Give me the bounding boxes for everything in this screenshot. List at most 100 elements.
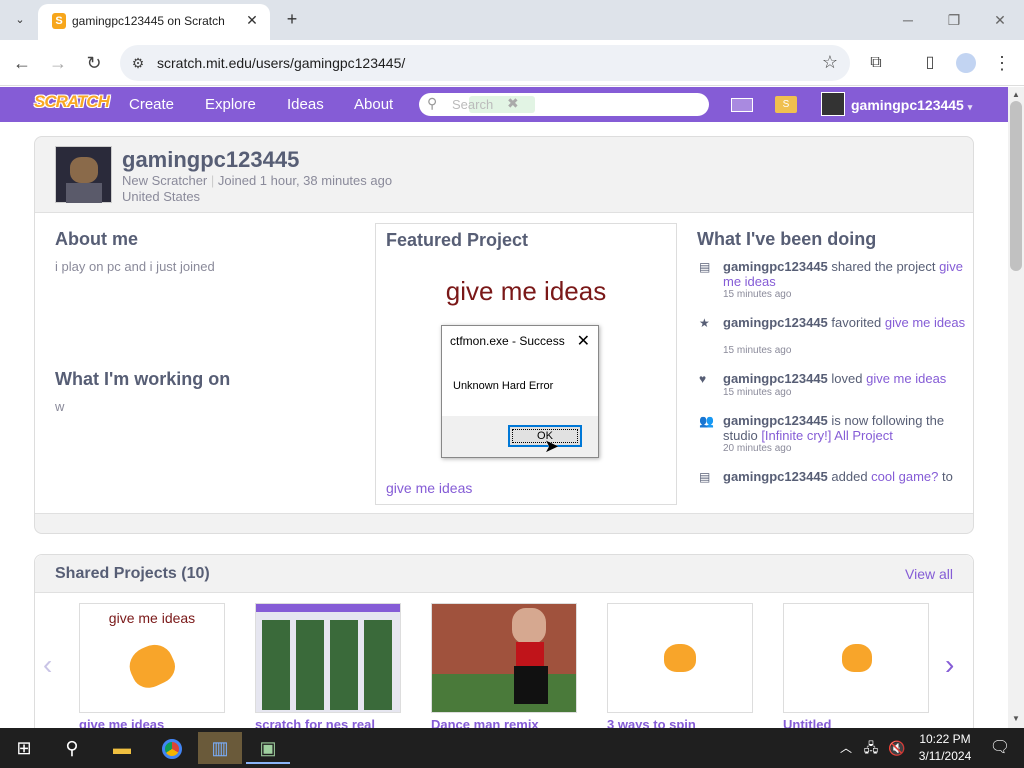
tray-chevron-up-icon[interactable]: ︿: [836, 732, 856, 764]
activity-target-link[interactable]: give me ideas: [866, 371, 946, 386]
window-close-icon[interactable]: ✕: [980, 8, 1020, 32]
nav-username[interactable]: gamingpc123445 ▾: [851, 97, 972, 113]
about-me-heading: About me: [55, 229, 138, 249]
activity-action: favorited: [827, 315, 885, 330]
thumb-pants: [514, 666, 548, 704]
scratch-navbar: SCRATCH Create Explore Ideas About ⚲ Sea…: [0, 87, 1008, 122]
carousel-next-icon[interactable]: ›: [945, 649, 954, 681]
follow-icon: 👥: [699, 414, 714, 428]
activity-action: loved: [827, 371, 867, 386]
window-minimize-icon[interactable]: ─: [888, 8, 928, 32]
reload-icon[interactable]: ↻: [80, 49, 108, 77]
bookmark-star-icon[interactable]: ☆: [822, 52, 838, 73]
search-icon: ⚲: [427, 95, 438, 111]
messages-icon[interactable]: [731, 98, 753, 112]
activity-user[interactable]: gamingpc123445: [723, 259, 828, 274]
file-explorer-icon[interactable]: ▬: [100, 732, 144, 764]
nav-avatar[interactable]: [821, 92, 845, 116]
activity-time: 15 minutes ago: [723, 387, 792, 398]
profile-avatar-icon[interactable]: [956, 53, 976, 73]
about-me-text: i play on pc and i just joined: [55, 259, 215, 274]
dialog-close-icon[interactable]: ✕: [577, 331, 590, 351]
thumb-header-strip: [256, 604, 400, 612]
window-restore-icon[interactable]: ❐: [934, 8, 974, 32]
scroll-down-icon[interactable]: ▼: [1011, 714, 1021, 724]
error-dialog: ctfmon.exe - Success ✕ Unknown Hard Erro…: [441, 325, 599, 458]
tray-date[interactable]: 3/11/2024: [915, 749, 975, 763]
activity-target-link[interactable]: cool game?: [871, 469, 938, 484]
activity-user[interactable]: gamingpc123445: [723, 371, 828, 386]
browser-menu-icon[interactable]: ⋮: [988, 49, 1016, 77]
scratch-favicon-icon: S: [52, 13, 66, 29]
featured-project-link[interactable]: give me ideas: [386, 480, 472, 496]
chrome-logo: [162, 739, 182, 760]
tray-time[interactable]: 10:22 PM: [915, 732, 975, 746]
app-window-icon[interactable]: ▣: [246, 732, 290, 764]
search-placeholder: Search: [452, 97, 494, 112]
tab-close-icon[interactable]: ✕: [242, 10, 262, 30]
project-thumbnail[interactable]: [607, 603, 753, 713]
carousel-prev-icon[interactable]: ‹: [43, 649, 52, 681]
back-icon[interactable]: ←: [8, 49, 36, 77]
scrollbar-thumb[interactable]: [1010, 101, 1022, 271]
heart-icon: ♥: [699, 372, 707, 386]
activity-user[interactable]: gamingpc123445: [723, 413, 828, 428]
extensions-icon[interactable]: ⧉: [862, 49, 890, 77]
nav-ideas[interactable]: Ideas: [287, 96, 324, 113]
volume-muted-icon[interactable]: 🔇: [884, 732, 910, 764]
search-clear-icon[interactable]: ✖: [507, 95, 519, 112]
thumb-art-text: give me ideas: [108, 610, 196, 626]
profile-joined: Joined 1 hour, 38 minutes ago: [217, 173, 393, 188]
activity-target-link[interactable]: give me ideas: [885, 315, 965, 330]
my-stuff-icon[interactable]: S: [775, 96, 797, 113]
activity-target-link[interactable]: [Infinite cry!] All Project: [761, 428, 893, 443]
thumb-shirt: [516, 642, 544, 666]
activity-time: 15 minutes ago: [723, 289, 792, 300]
taskbar-search-icon[interactable]: ⚲: [50, 732, 94, 764]
nav-explore[interactable]: Explore: [205, 96, 256, 113]
scratch-cat-icon: [664, 644, 696, 672]
notification-icon[interactable]: 🗨: [978, 732, 1022, 764]
url-text: scratch.mit.edu/users/gamingpc123445/: [157, 55, 406, 71]
side-panel-icon[interactable]: ▯: [916, 49, 944, 77]
profile-footer-strip: [35, 513, 973, 533]
chrome-icon[interactable]: [150, 732, 194, 764]
activity-action: added: [827, 469, 872, 484]
activity-user[interactable]: gamingpc123445: [723, 315, 828, 330]
site-settings-icon[interactable]: ⚙: [128, 53, 148, 73]
activity-list: ▤ gamingpc123445 shared the project give…: [699, 259, 974, 513]
nav-create[interactable]: Create: [129, 96, 174, 113]
profile-header: gamingpc123445 New Scratcher | Joined 1 …: [35, 137, 973, 213]
activity-user[interactable]: gamingpc123445: [723, 469, 828, 484]
network-icon[interactable]: 🖧: [858, 732, 884, 764]
dialog-body: ctfmon.exe - Success ✕ Unknown Hard Erro…: [442, 326, 598, 416]
browser-tab-bar: ⌄ S gamingpc123445 on Scratch ✕ + ─ ❐ ✕: [0, 0, 1024, 40]
forward-icon[interactable]: →: [44, 49, 72, 77]
activity-action: shared the project: [827, 259, 940, 274]
scroll-up-icon[interactable]: ▲: [1011, 90, 1021, 100]
working-on-text: w: [55, 399, 65, 414]
project-thumbnail[interactable]: give me ideas: [79, 603, 225, 713]
project-thumbnail[interactable]: [431, 603, 577, 713]
featured-project-art[interactable]: give me ideas: [376, 276, 676, 307]
profile-meta: New Scratcher | Joined 1 hour, 38 minute…: [122, 173, 392, 188]
search-input[interactable]: ⚲ Search ✖: [419, 93, 709, 116]
scratch-logo[interactable]: SCRATCH: [34, 92, 110, 116]
browser-tab-active[interactable]: S gamingpc123445 on Scratch ✕: [38, 4, 270, 40]
page-scrollbar[interactable]: ▲ ▼: [1008, 87, 1024, 728]
windows-start-icon[interactable]: ⊞: [2, 732, 46, 764]
activity-time: 20 minutes ago: [723, 443, 792, 454]
star-icon: ★: [699, 316, 710, 330]
tab-title: gamingpc123445 on Scratch: [72, 14, 225, 28]
address-bar[interactable]: ⚙ scratch.mit.edu/users/gamingpc123445/ …: [120, 45, 850, 81]
view-all-link[interactable]: View all: [905, 566, 953, 582]
new-tab-button[interactable]: +: [282, 8, 302, 30]
tab-search-chevron-icon[interactable]: ⌄: [10, 10, 30, 30]
working-on-heading: What I'm working on: [55, 369, 231, 389]
profile-avatar: [55, 146, 112, 203]
app-icon-active[interactable]: ▥: [198, 732, 242, 764]
nav-about[interactable]: About: [354, 96, 393, 113]
project-thumbnail[interactable]: [783, 603, 929, 713]
nav-username-text: gamingpc123445: [851, 97, 964, 113]
project-thumbnail[interactable]: [255, 603, 401, 713]
